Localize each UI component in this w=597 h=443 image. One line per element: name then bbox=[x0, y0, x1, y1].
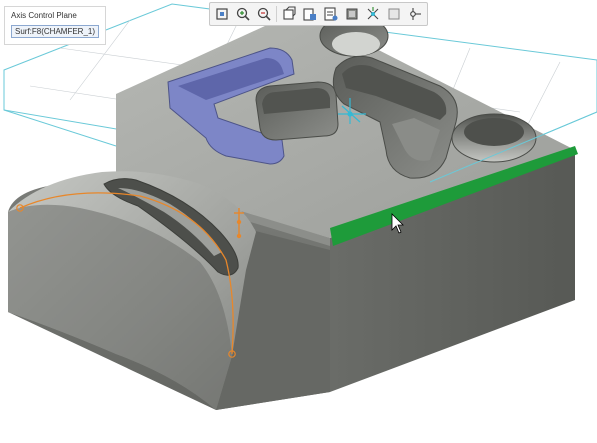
refit-icon bbox=[216, 8, 228, 20]
saved-orientations-button[interactable] bbox=[300, 4, 320, 24]
pocket-rounded-rect bbox=[255, 81, 339, 141]
refit-button[interactable] bbox=[212, 4, 232, 24]
repaint-icon bbox=[283, 6, 296, 20]
datum-display-filters-icon bbox=[367, 7, 379, 20]
annotation-display-icon bbox=[388, 8, 400, 20]
model-view[interactable] bbox=[0, 0, 597, 443]
display-style-icon bbox=[346, 8, 358, 20]
datum-display-filters-button[interactable] bbox=[363, 4, 383, 24]
graphics-window[interactable] bbox=[0, 0, 597, 443]
graphics-toolbar bbox=[209, 2, 428, 26]
annotation-display-button[interactable] bbox=[384, 4, 404, 24]
zoom-in-button[interactable] bbox=[233, 4, 253, 24]
repaint-button[interactable] bbox=[279, 4, 299, 24]
selection-panel-title: Axis Control Plane bbox=[11, 11, 77, 20]
selection-reference-field[interactable]: Surf:F8(CHAMFER_1) bbox=[11, 25, 100, 38]
zoom-out-button[interactable] bbox=[254, 4, 274, 24]
selection-panel: Axis Control Plane Surf:F8(CHAMFER_1) bbox=[4, 6, 107, 45]
view-manager-button[interactable] bbox=[321, 4, 341, 24]
saved-orientations-icon bbox=[303, 8, 316, 21]
spin-center-icon bbox=[410, 8, 421, 20]
toolbar-separator bbox=[276, 6, 277, 22]
zoom-in-icon bbox=[236, 7, 250, 21]
zoom-out-icon bbox=[257, 7, 271, 21]
display-style-button[interactable] bbox=[342, 4, 362, 24]
view-manager-icon bbox=[324, 7, 338, 21]
spin-center-button[interactable] bbox=[405, 4, 425, 24]
